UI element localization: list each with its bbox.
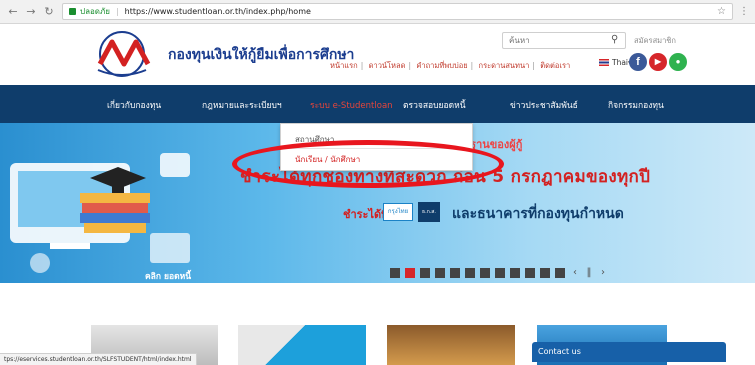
- org-name: กองทุนเงินให้กู้ยืมเพื่อการศึกษา: [168, 47, 355, 63]
- url-text: https://www.studentloan.or.th/index.php/…: [124, 7, 311, 16]
- facebook-icon[interactable]: f: [629, 53, 647, 71]
- next-slide-icon[interactable]: ›: [598, 267, 608, 279]
- thumbnail-card[interactable]: [238, 325, 366, 365]
- bank-logo-baac: ธ.ก.ส.: [418, 202, 440, 222]
- thai-flag-icon: [599, 59, 609, 66]
- youtube-icon[interactable]: ▶: [649, 53, 667, 71]
- lock-icon: [69, 8, 76, 15]
- slide-dot[interactable]: [465, 268, 475, 278]
- top-link-home[interactable]: หน้าแรก: [330, 61, 358, 70]
- nav-news[interactable]: ข่าวประชาสัมพันธ์: [510, 98, 578, 112]
- site-logo[interactable]: [78, 30, 166, 78]
- slide-dot[interactable]: [420, 268, 430, 278]
- slide-dot[interactable]: [510, 268, 520, 278]
- language-label: Thai: [612, 58, 629, 67]
- top-link-download[interactable]: ดาวน์โหลด: [369, 61, 406, 70]
- top-link-faq[interactable]: คำถามที่พบบ่อย: [416, 61, 467, 70]
- slide-dot[interactable]: [540, 268, 550, 278]
- pay-at-label: ชำระได้ที่: [343, 208, 389, 221]
- slide-dot[interactable]: [450, 268, 460, 278]
- bookmark-star-icon[interactable]: ☆: [717, 6, 726, 17]
- back-icon[interactable]: ←: [6, 5, 20, 19]
- slide-dot[interactable]: [390, 268, 400, 278]
- secure-label: ปลอดภัย: [80, 7, 110, 16]
- top-link-contact[interactable]: ติดต่อเรา: [540, 61, 570, 70]
- prev-slide-icon[interactable]: ‹: [570, 267, 580, 279]
- thumbnail-books[interactable]: [387, 325, 515, 365]
- banks-text: และธนาคารที่กองทุนกำหนด: [452, 206, 624, 222]
- slide-dot[interactable]: [555, 268, 565, 278]
- dropdown-item-student[interactable]: นักเรียน / นักศึกษา: [295, 153, 360, 166]
- address-bar[interactable]: ปลอดภัย | https://www.studentloan.or.th/…: [62, 3, 733, 20]
- slide-dot[interactable]: [405, 268, 415, 278]
- nav-check-debt[interactable]: ตรวจสอบยอดหนี้: [403, 98, 466, 112]
- slide-dot[interactable]: [435, 268, 445, 278]
- slide-dot[interactable]: [525, 268, 535, 278]
- reload-icon[interactable]: ↻: [42, 5, 56, 19]
- search-icon[interactable]: ⚲: [611, 34, 618, 45]
- nav-e-studentloan[interactable]: ระบบ e-Studentloan: [310, 98, 393, 112]
- dropdown-divider: [289, 148, 465, 149]
- language-selector[interactable]: Thai ▾: [599, 58, 632, 67]
- bank-logo-ktb: กรุงไทย: [383, 203, 413, 221]
- banner-subheading: ฐานของผู้กู้: [470, 138, 523, 151]
- dropdown-item-institution[interactable]: สถานศึกษา: [295, 133, 334, 146]
- address-separator: |: [115, 7, 119, 16]
- forward-icon[interactable]: →: [24, 5, 38, 19]
- pause-icon[interactable]: ‖: [584, 267, 594, 279]
- line-icon[interactable]: ●: [669, 53, 687, 71]
- page: ← → ↻ ปลอดภัย | https://www.studentloan.…: [0, 0, 755, 365]
- click-debt-label[interactable]: คลิก ยอดหนี้: [145, 269, 191, 283]
- nav-about[interactable]: เกี่ยวกับกองทุน: [107, 98, 161, 112]
- main-nav: เกี่ยวกับกองทุน กฎหมายและระเบียบฯ ระบบ e…: [0, 85, 755, 123]
- site-header: กองทุนเงินให้กู้ยืมเพื่อการศึกษา ⚲ สมัคร…: [0, 24, 755, 85]
- browser-toolbar: ← → ↻ ปลอดภัย | https://www.studentloan.…: [0, 0, 755, 24]
- slide-pager: ‹ ‖ ›: [390, 267, 612, 279]
- top-links: หน้าแรก | ดาวน์โหลด | คำถามที่พบบ่อย | กระด…: [330, 61, 571, 70]
- e-studentloan-dropdown: สถานศึกษา นักเรียน / นักศึกษา: [280, 123, 473, 171]
- nav-activities[interactable]: กิจกรรมกองทุน: [608, 98, 664, 112]
- education-illustration: [10, 153, 190, 273]
- slide-dot[interactable]: [495, 268, 505, 278]
- browser-menu-icon[interactable]: ⋮: [739, 6, 749, 17]
- browser-status-bar: tps://eservices.studentloan.or.th/SLFSTU…: [0, 353, 197, 365]
- contact-us-tab[interactable]: Contact us: [532, 342, 726, 362]
- slide-dot[interactable]: [480, 268, 490, 278]
- search-input[interactable]: [502, 32, 626, 49]
- nav-law[interactable]: กฎหมายและระเบียบฯ: [202, 98, 282, 112]
- signup-link[interactable]: สมัครสมาชิก: [634, 35, 676, 47]
- top-link-forum[interactable]: กระดานสนทนา: [479, 61, 530, 70]
